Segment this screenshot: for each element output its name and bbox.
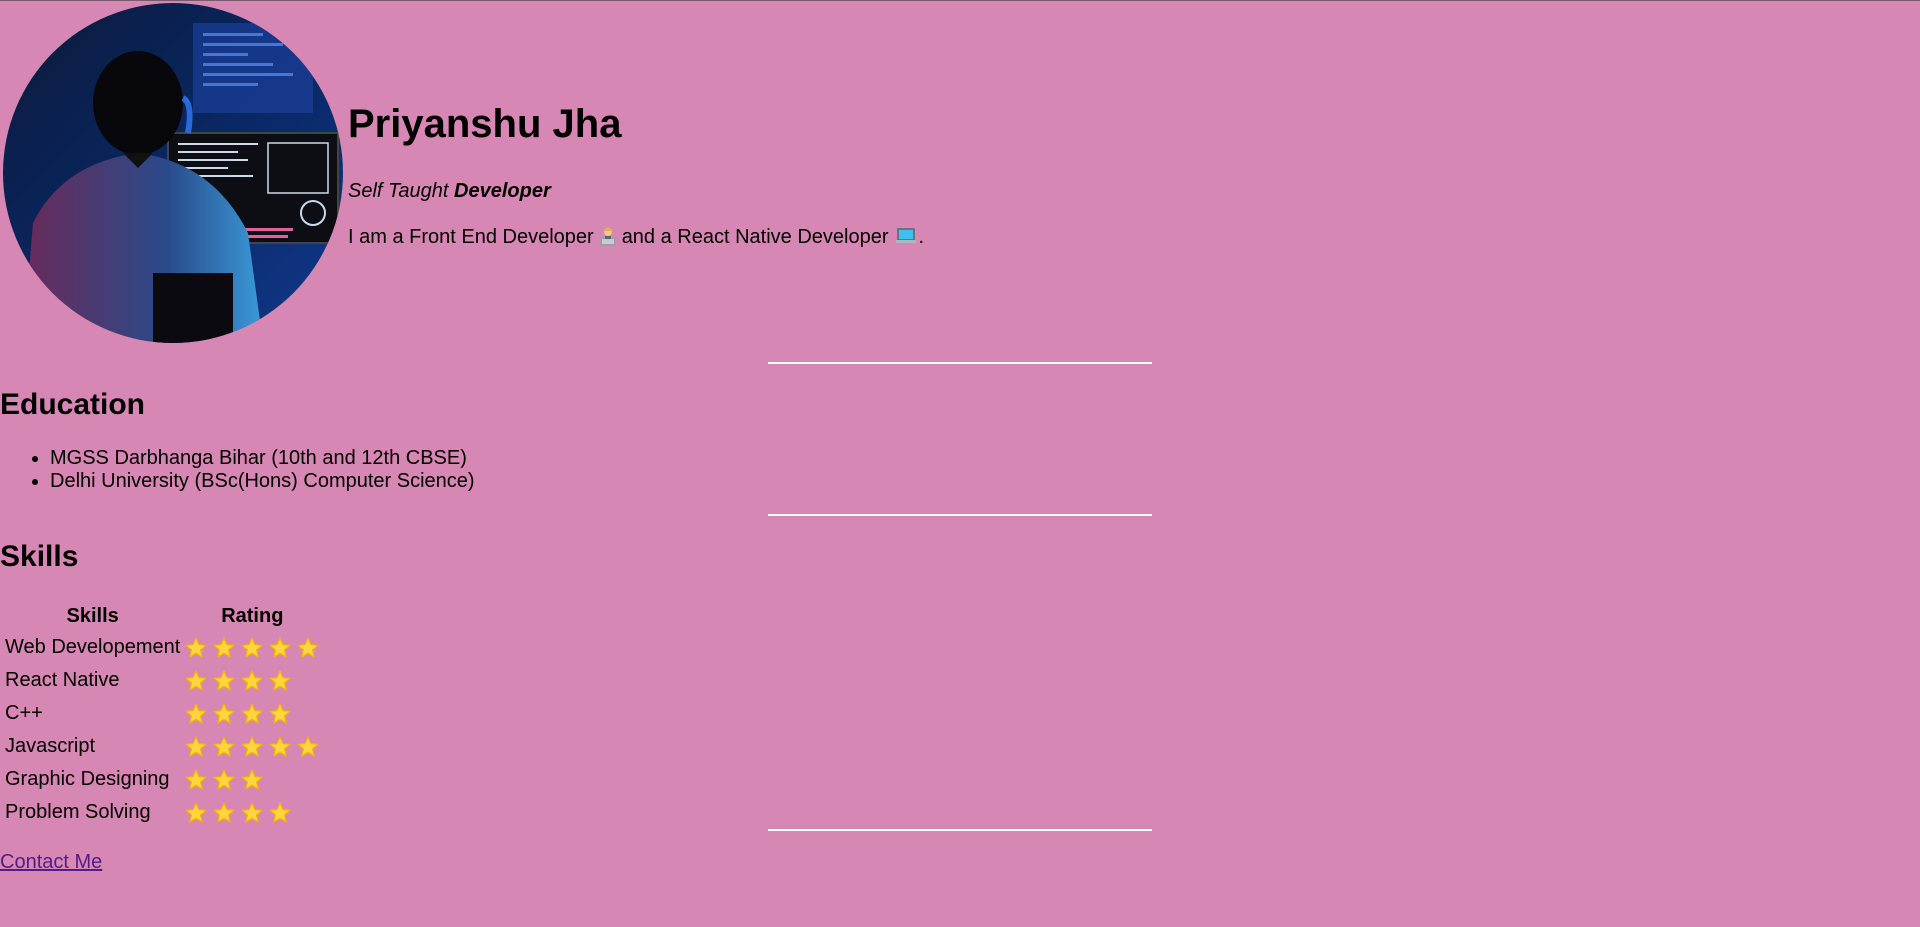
star-rating xyxy=(184,801,292,825)
star-icon xyxy=(297,735,319,757)
star-icon xyxy=(269,801,291,823)
star-icon xyxy=(297,636,319,658)
star-icon xyxy=(241,636,263,658)
developer-emoji-icon xyxy=(599,228,616,246)
skills-title: Skills xyxy=(0,540,79,573)
intro-end: . xyxy=(918,226,925,248)
skill-rating xyxy=(183,797,321,828)
subtitle-bold: Developer xyxy=(454,180,551,202)
divider xyxy=(768,362,1152,364)
subtitle-italic: Self Taught xyxy=(348,180,455,202)
skill-name: React Native xyxy=(5,669,120,691)
star-icon xyxy=(241,801,263,823)
intro-text: I am a Front End Developer and a React Na… xyxy=(348,226,924,249)
skill-rating xyxy=(183,731,321,762)
profile-picture xyxy=(3,3,343,343)
star-icon xyxy=(269,636,291,658)
education-title: Education xyxy=(0,388,146,421)
page: Priyanshu Jha Self Taught Developer I am… xyxy=(0,0,1920,927)
table-row: Javascript xyxy=(4,731,321,762)
list-item: Delhi University (BSc(Hons) Computer Sci… xyxy=(50,470,475,493)
skills-table-body: Web Developement React Native C++ Javascrip… xyxy=(4,632,321,828)
subtitle: Self Taught Developer xyxy=(348,180,551,203)
star-icon xyxy=(213,768,235,790)
table-row: Problem Solving xyxy=(4,797,321,828)
star-icon xyxy=(241,768,263,790)
education-list: MGSS Darbhanga Bihar (10th and 12th CBSE… xyxy=(0,447,475,493)
laptop-emoji-icon xyxy=(895,228,916,243)
column-header-rating: Rating xyxy=(221,604,284,627)
table-row: Graphic Designing xyxy=(4,764,321,795)
star-icon xyxy=(185,768,207,790)
star-icon xyxy=(269,702,291,724)
star-icon xyxy=(213,669,235,691)
star-icon xyxy=(213,702,235,724)
skills-table: Skills Rating Web Developement React Nati… xyxy=(2,600,323,830)
skill-name: Web Developement xyxy=(5,636,181,658)
star-icon xyxy=(269,735,291,757)
table-header-row: Skills Rating xyxy=(4,602,321,630)
star-icon xyxy=(185,801,207,823)
star-icon xyxy=(213,801,235,823)
list-item: MGSS Darbhanga Bihar (10th and 12th CBSE… xyxy=(50,447,475,470)
star-icon xyxy=(269,669,291,691)
star-icon xyxy=(241,735,263,757)
intro-part1: I am a Front End Developer xyxy=(348,226,594,248)
skill-rating xyxy=(183,665,321,696)
star-rating xyxy=(184,669,292,693)
table-row: C++ xyxy=(4,698,321,729)
divider xyxy=(768,514,1152,516)
star-icon xyxy=(213,636,235,658)
star-icon xyxy=(185,636,207,658)
skill-name: Javascript xyxy=(5,735,96,757)
skill-rating xyxy=(183,698,321,729)
page-title: Priyanshu Jha xyxy=(348,102,622,146)
star-rating xyxy=(184,702,292,726)
intro-part2: and a React Native Developer xyxy=(621,226,889,248)
skill-rating xyxy=(183,764,321,795)
star-rating xyxy=(184,768,264,792)
table-row: Web Developement xyxy=(4,632,321,663)
contact-me-link[interactable]: Contact Me xyxy=(0,851,102,874)
star-icon xyxy=(185,735,207,757)
skill-name: Graphic Designing xyxy=(5,768,170,790)
star-rating xyxy=(184,636,320,660)
skill-name: Problem Solving xyxy=(5,801,151,823)
top-border xyxy=(0,0,1920,1)
star-icon xyxy=(241,702,263,724)
star-icon xyxy=(213,735,235,757)
star-icon xyxy=(185,702,207,724)
column-header-skills: Skills xyxy=(66,604,119,627)
table-row: React Native xyxy=(4,665,321,696)
skill-name: C++ xyxy=(5,702,43,724)
star-icon xyxy=(185,669,207,691)
star-icon xyxy=(241,669,263,691)
skill-rating xyxy=(183,632,321,663)
divider xyxy=(768,829,1152,831)
star-rating xyxy=(184,735,320,759)
